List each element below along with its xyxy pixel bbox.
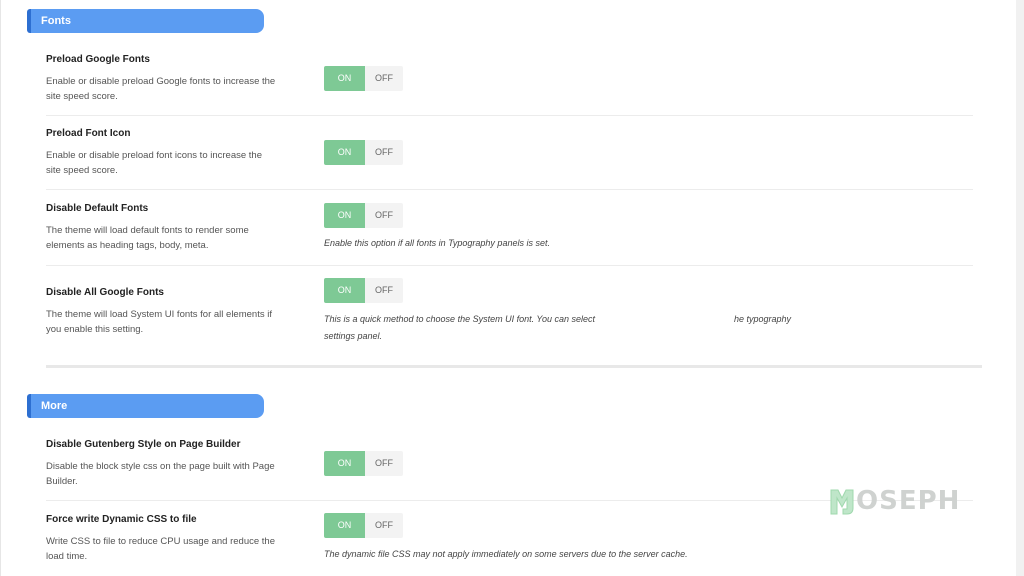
setting-description: The theme will load System UI fonts for … [46, 309, 272, 335]
setting-row-preload-google-fonts: Preload Google Fonts Enable or disable p… [46, 54, 973, 116]
section-label: Fonts [41, 15, 71, 27]
toggle-on-option[interactable]: ON [324, 66, 365, 91]
setting-description: The theme will load default fonts to ren… [46, 225, 249, 251]
setting-description: Enable or disable preload Google fonts t… [46, 76, 276, 102]
preload-font-icon-toggle[interactable]: ON OFF [324, 140, 403, 165]
toggle-on-option[interactable]: ON [324, 203, 365, 228]
disable-default-fonts-toggle[interactable]: ON OFF [324, 203, 403, 228]
disable-all-google-fonts-toggle[interactable]: ON OFF [324, 278, 403, 303]
section-header-fonts[interactable]: Fonts [27, 9, 264, 33]
preload-google-fonts-toggle[interactable]: ON OFF [324, 66, 403, 91]
watermark-text: OSEPH [856, 486, 961, 516]
setting-title: Preload Google Fonts [46, 54, 150, 65]
toggle-off-option[interactable]: OFF [365, 66, 403, 91]
setting-title: Force write Dynamic CSS to file [46, 514, 197, 525]
setting-note-part1: This is a quick method to choose the Sys… [324, 314, 595, 324]
setting-row-preload-font-icon: Preload Font Icon Enable or disable prel… [46, 128, 973, 190]
setting-title: Disable Gutenberg Style on Page Builder [46, 439, 241, 450]
toggle-off-option[interactable]: OFF [365, 278, 403, 303]
settings-panel: Fonts Preload Google Fonts Enable or dis… [0, 0, 1016, 576]
toggle-off-option[interactable]: OFF [365, 451, 403, 476]
toggle-on-option[interactable]: ON [324, 278, 365, 303]
section-label: More [41, 400, 68, 412]
section-header-more[interactable]: More [27, 394, 264, 418]
toggle-on-option[interactable]: ON [324, 513, 365, 538]
page-edge [1016, 0, 1024, 576]
force-write-dynamic-css-toggle[interactable]: ON OFF [324, 513, 403, 538]
setting-note-line2: settings panel. [324, 331, 383, 341]
toggle-on-option[interactable]: ON [324, 140, 365, 165]
setting-row-disable-all-google-fonts: Disable All Google Fonts The theme will … [46, 278, 973, 357]
setting-row-force-write-dynamic-css: Force write Dynamic CSS to file Write CS… [46, 513, 973, 576]
disable-gutenberg-style-toggle[interactable]: ON OFF [324, 451, 403, 476]
setting-title: Preload Font Icon [46, 128, 131, 139]
toggle-off-option[interactable]: OFF [365, 140, 403, 165]
setting-note-part2: he typography [734, 314, 792, 324]
setting-title: Disable Default Fonts [46, 203, 149, 214]
setting-description: Write CSS to file to reduce CPU usage an… [46, 536, 276, 562]
setting-row-disable-default-fonts: Disable Default Fonts The theme will loa… [46, 203, 973, 266]
toggle-off-option[interactable]: OFF [365, 513, 403, 538]
mj-logo-icon [829, 486, 855, 516]
section-divider [46, 365, 982, 368]
setting-title: Disable All Google Fonts [46, 287, 164, 298]
watermark: OSEPH [829, 484, 960, 518]
setting-description: Disable the block style css on the page … [46, 461, 275, 487]
toggle-on-option[interactable]: ON [324, 451, 365, 476]
setting-note: The dynamic file CSS may not apply immed… [324, 549, 688, 559]
setting-description: Enable or disable preload font icons to … [46, 150, 262, 176]
toggle-off-option[interactable]: OFF [365, 203, 403, 228]
setting-note: Enable this option if all fonts in Typog… [324, 238, 550, 248]
